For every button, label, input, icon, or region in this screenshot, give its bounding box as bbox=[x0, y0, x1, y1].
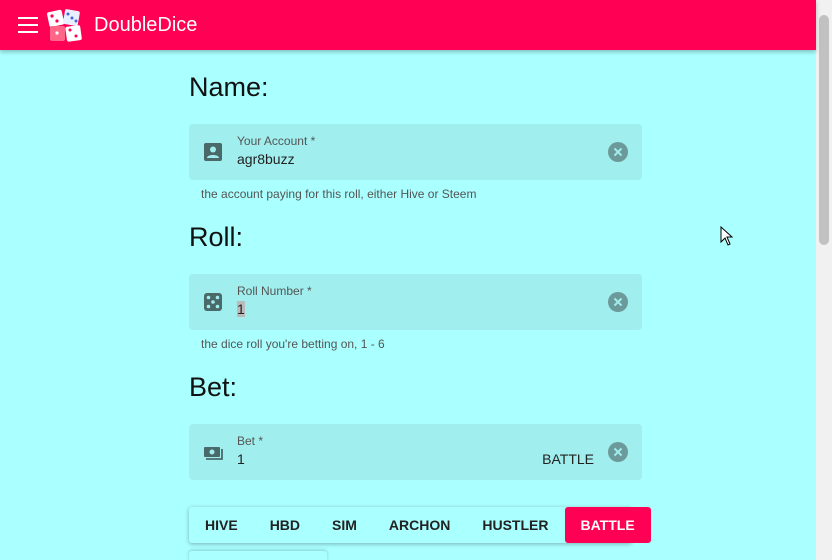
token-battle[interactable]: BATTLE bbox=[564, 507, 651, 543]
menu-icon[interactable] bbox=[18, 17, 38, 33]
name-heading: Name: bbox=[189, 72, 269, 102]
token-selector: HIVE HBD SIM ARCHON HUSTLER BATTLE bbox=[189, 507, 651, 543]
app-bar: DoubleDice bbox=[0, 0, 816, 50]
account-box-icon bbox=[204, 143, 222, 161]
scrollbar-thumb[interactable] bbox=[819, 15, 829, 245]
roll-input[interactable]: 1 bbox=[237, 301, 245, 317]
token-hive[interactable]: HIVE bbox=[189, 507, 254, 543]
dice-icon bbox=[204, 293, 222, 311]
token-sim[interactable]: SIM bbox=[316, 507, 373, 543]
roll-helper-text: the dice roll you're betting on, 1 - 6 bbox=[201, 337, 385, 351]
roll-label: Roll Number * bbox=[237, 284, 312, 298]
token-hustler[interactable]: HUSTLER bbox=[466, 507, 564, 543]
bet-label: Bet * bbox=[237, 434, 264, 448]
bet-heading: Bet: bbox=[189, 372, 238, 402]
app-title: DoubleDice bbox=[94, 13, 198, 36]
dice-logo-icon bbox=[47, 9, 82, 42]
mouse-cursor-icon bbox=[720, 226, 734, 246]
bet-token-suffix: BATTLE bbox=[542, 451, 594, 467]
cash-icon bbox=[204, 447, 223, 460]
roll-field[interactable]: Roll Number * 1 bbox=[189, 274, 642, 330]
bet-field[interactable]: Bet * 1 BATTLE bbox=[189, 424, 642, 480]
partial-card bbox=[189, 551, 327, 560]
clear-roll-icon[interactable] bbox=[608, 292, 628, 312]
account-field[interactable]: Your Account * agr8buzz bbox=[189, 124, 642, 180]
token-hbd[interactable]: HBD bbox=[254, 507, 316, 543]
account-helper-text: the account paying for this roll, either… bbox=[201, 187, 477, 201]
bet-input[interactable]: 1 bbox=[237, 451, 245, 467]
clear-bet-icon[interactable] bbox=[608, 442, 628, 462]
scrollbar[interactable] bbox=[816, 0, 832, 560]
account-input[interactable]: agr8buzz bbox=[237, 151, 295, 167]
account-label: Your Account * bbox=[237, 134, 316, 148]
token-archon[interactable]: ARCHON bbox=[373, 507, 466, 543]
roll-heading: Roll: bbox=[189, 222, 244, 252]
clear-account-icon[interactable] bbox=[608, 142, 628, 162]
